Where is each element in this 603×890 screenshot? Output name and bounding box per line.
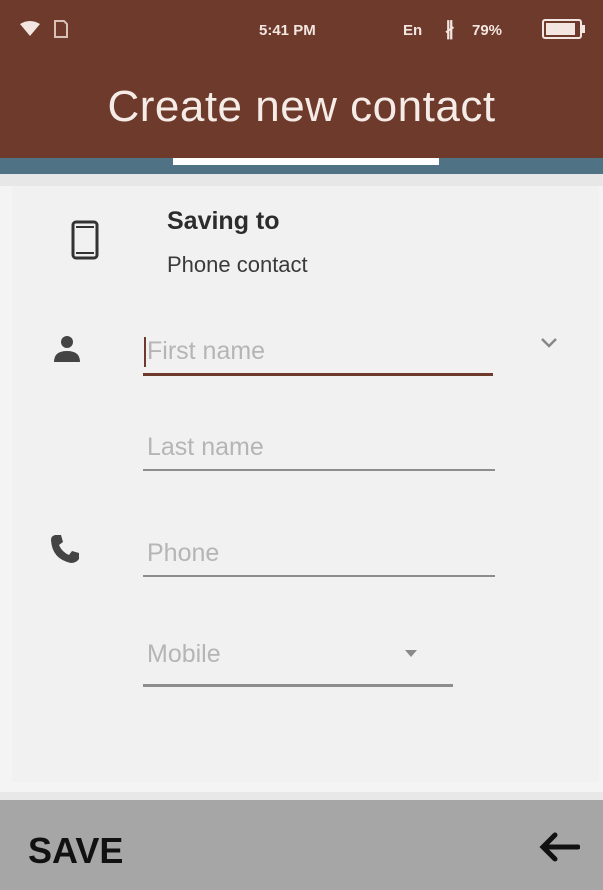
last-name-input[interactable] <box>143 427 499 467</box>
phone-input[interactable] <box>143 533 499 573</box>
phone-type-dropdown[interactable]: Mobile <box>143 628 453 687</box>
tab-indicator <box>173 158 439 165</box>
battery-icon <box>542 19 585 39</box>
save-button[interactable]: SAVE <box>28 830 123 872</box>
phone-type-value: Mobile <box>147 640 221 668</box>
battery-percent: 79% <box>472 22 503 39</box>
status-language: En <box>403 22 423 39</box>
smartphone-icon <box>71 220 99 260</box>
chevron-down-icon[interactable] <box>540 336 558 350</box>
phone-handset-icon <box>51 535 79 563</box>
phone-field[interactable] <box>143 527 499 577</box>
caret-down-icon <box>405 650 417 657</box>
page-title: Create new contact <box>107 82 496 131</box>
status-left-icons <box>20 20 68 38</box>
person-icon <box>54 336 80 362</box>
bottom-divider <box>0 792 603 800</box>
bluetooth-icon: ∦ <box>445 19 455 40</box>
saving-account[interactable]: Phone contact <box>167 252 308 278</box>
status-bar: 5:41 PM En ∦ 79% <box>0 0 603 62</box>
status-time: 5:41 PM <box>259 22 316 39</box>
sim-card-icon <box>54 20 68 38</box>
divider <box>0 174 603 186</box>
back-arrow-icon[interactable] <box>538 830 580 864</box>
app-header: Create new contact <box>0 62 603 158</box>
saving-to-label: Saving to <box>167 207 280 235</box>
first-name-field[interactable] <box>143 325 497 376</box>
bottom-action-bar: SAVE <box>0 800 603 890</box>
wifi-icon <box>20 21 40 36</box>
last-name-field[interactable] <box>143 421 499 471</box>
first-name-input[interactable] <box>143 331 497 371</box>
